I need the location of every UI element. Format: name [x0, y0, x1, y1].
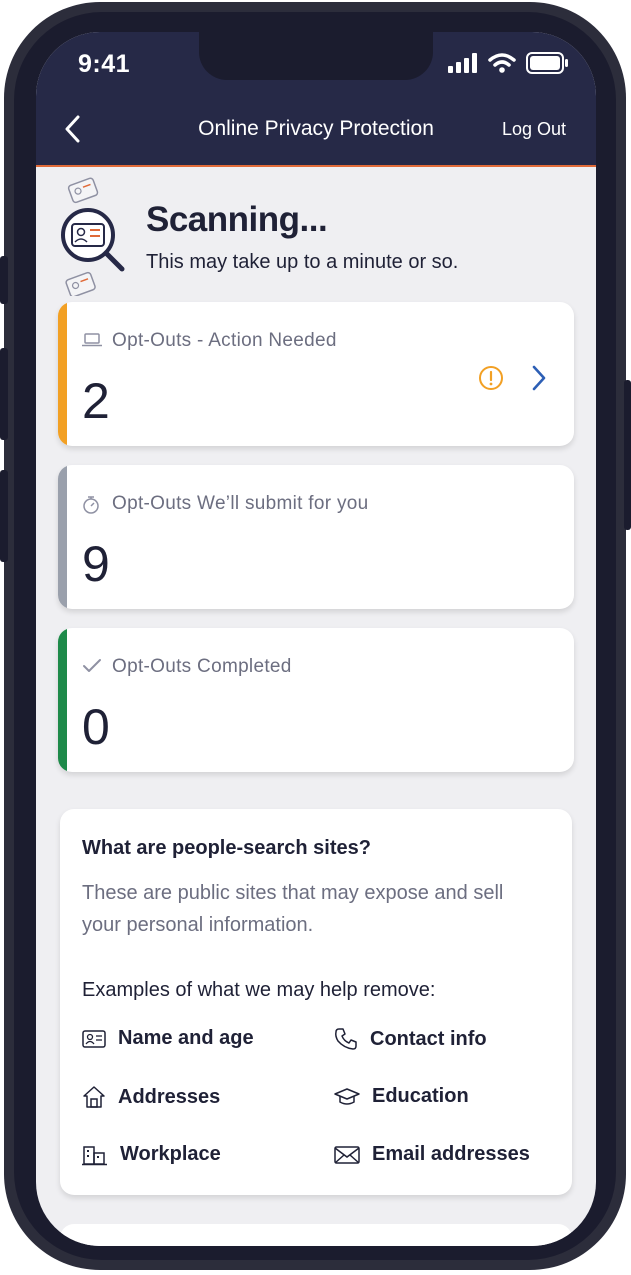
- signal-icon: [448, 53, 477, 73]
- screen: 9:41 Online Privacy Protection Log Out S…: [36, 32, 596, 1246]
- submit-for-you-card: Opt-Outs We’ll submit for you 9: [58, 465, 574, 609]
- example-label: Contact info: [370, 1027, 487, 1050]
- example-contact-info: Contact info: [334, 1027, 487, 1051]
- graduation-cap-icon: [334, 1087, 360, 1105]
- building-icon: [82, 1145, 107, 1165]
- scanning-title: Scanning...: [146, 200, 328, 239]
- notch: [199, 32, 433, 80]
- card-stripe: [58, 302, 67, 446]
- envelope-icon: [334, 1145, 360, 1164]
- mute-switch: [0, 256, 8, 304]
- wifi-icon: [488, 53, 516, 73]
- laptop-icon: [82, 333, 102, 347]
- card-stripe: [58, 465, 67, 609]
- example-label: Name and age: [118, 1027, 254, 1049]
- example-label: Education: [372, 1085, 469, 1107]
- card-label: Opt-Outs - Action Needed: [112, 330, 337, 351]
- card-value: 2: [82, 373, 110, 429]
- next-card-peek: [60, 1224, 572, 1246]
- people-search-info-card: What are people-search sites? These are …: [60, 809, 572, 1195]
- example-education: Education: [334, 1085, 469, 1108]
- card-value: 9: [82, 536, 110, 592]
- volume-down-button: [0, 470, 8, 562]
- house-icon: [83, 1086, 105, 1108]
- example-label: Addresses: [118, 1085, 221, 1108]
- log-out-button[interactable]: Log Out: [502, 119, 566, 140]
- app-header: 9:41 Online Privacy Protection Log Out: [36, 32, 596, 167]
- battery-icon: [526, 52, 568, 74]
- example-addresses: Addresses: [82, 1085, 220, 1109]
- phone-icon: [335, 1028, 357, 1050]
- volume-up-button: [0, 348, 8, 440]
- example-label: Workplace: [120, 1143, 221, 1165]
- scan-magnifier-icon: [61, 177, 125, 296]
- stopwatch-icon: [83, 496, 99, 514]
- example-name-and-age: Name and age: [82, 1027, 254, 1050]
- example-workplace: Workplace: [82, 1143, 221, 1166]
- status-time: 9:41: [78, 50, 131, 78]
- card-value: 0: [82, 699, 110, 755]
- warning-icon: [479, 366, 503, 390]
- completed-card: Opt-Outs Completed 0: [58, 628, 574, 772]
- power-button: [624, 380, 631, 530]
- example-label: Email addresses: [372, 1143, 530, 1165]
- action-needed-card[interactable]: Opt-Outs - Action Needed 2: [58, 302, 574, 446]
- info-title: What are people-search sites?: [82, 837, 371, 859]
- checkmark-icon: [83, 659, 101, 672]
- info-description: These are public sites that may expose a…: [82, 882, 504, 936]
- card-stripe: [58, 628, 67, 772]
- scanning-subtitle: This may take up to a minute or so.: [146, 251, 459, 273]
- examples-heading: Examples of what we may help remove:: [82, 979, 436, 1001]
- example-email-addresses: Email addresses: [334, 1143, 530, 1166]
- status-icons: [448, 52, 568, 74]
- card-label: Opt-Outs Completed: [112, 656, 292, 677]
- chevron-right-icon[interactable]: [530, 364, 548, 392]
- id-card-icon: [82, 1029, 106, 1048]
- card-label: Opt-Outs We’ll submit for you: [112, 493, 369, 514]
